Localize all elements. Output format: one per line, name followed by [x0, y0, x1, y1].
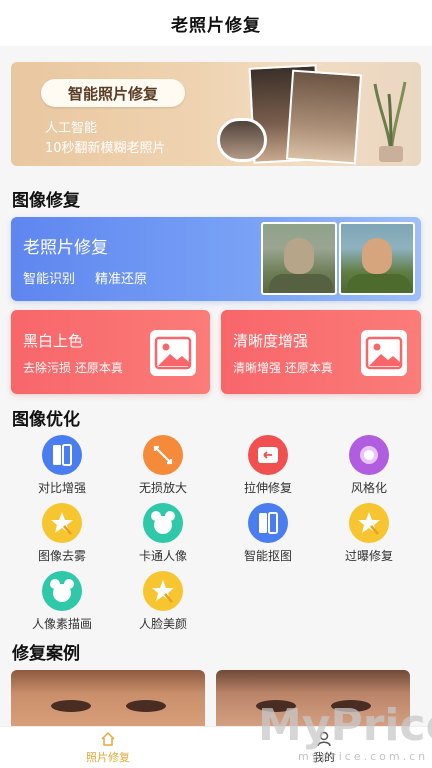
style-icon [349, 435, 389, 475]
tool-item[interactable]: 拉伸修复 [218, 435, 318, 495]
cartoon-icon [42, 571, 82, 611]
banner-line-1: 人工智能 [45, 121, 98, 136]
cartoon-icon [143, 503, 183, 543]
contrast-icon [42, 435, 82, 475]
tool-item[interactable]: 人脸美颜 [113, 571, 213, 631]
tool-label: 图像去雾 [37, 549, 86, 563]
cutout-icon [248, 503, 288, 543]
tool-item[interactable]: 对比增强 [12, 435, 112, 495]
image-icon [361, 330, 407, 376]
top-navigation-bar: 老照片修复 [0, 0, 432, 46]
stretch-icon [248, 435, 288, 475]
watermark-text: MyPrice [258, 700, 432, 751]
section-title-repair: 图像修复 [12, 191, 80, 211]
tool-item[interactable]: 风格化 [319, 435, 419, 495]
section-title-optimize: 图像优化 [12, 410, 80, 430]
clarity-card[interactable]: 清晰度增强 清晰增强 还原本真 [221, 310, 421, 394]
restore-card-title: 老照片修复 [23, 238, 108, 258]
tool-item[interactable]: 图像去雾 [12, 503, 112, 563]
image-icon [150, 330, 196, 376]
restore-card-sub-a: 智能识别 [23, 272, 76, 287]
banner-couple-photo [285, 69, 363, 165]
colorize-title: 黑白上色 [23, 332, 84, 350]
tab-label-home: 照片修复 [86, 751, 130, 764]
before-photo [261, 222, 337, 295]
tool-label: 无损放大 [138, 481, 187, 495]
plant-decoration-icon [373, 81, 407, 162]
tool-label: 人脸美颜 [138, 617, 187, 631]
home-icon [101, 731, 115, 746]
after-photo [339, 222, 415, 295]
enlarge-icon [143, 435, 183, 475]
tool-label: 风格化 [350, 481, 387, 495]
magic-wand-icon [349, 503, 389, 543]
clarity-subtitle: 清晰增强 还原本真 [233, 361, 333, 375]
tab-photo-repair[interactable]: 照片修复 [58, 727, 158, 768]
banner-line-2: 10秒翻新模糊老照片 [45, 141, 166, 156]
section-title-cases: 修复案例 [12, 644, 80, 664]
tool-label: 人像素描画 [31, 617, 92, 631]
tool-label: 卡通人像 [138, 549, 187, 563]
promo-banner[interactable]: 智能照片修复 人工智能 10秒翻新模糊老照片 [11, 62, 421, 166]
magic-wand-icon [143, 571, 183, 611]
tool-item[interactable]: 卡通人像 [113, 503, 213, 563]
page-title: 老照片修复 [171, 15, 261, 36]
tool-item[interactable]: 无损放大 [113, 435, 213, 495]
tool-label: 对比增强 [37, 481, 86, 495]
tool-item[interactable]: 人像素描画 [12, 571, 112, 631]
clarity-title: 清晰度增强 [233, 332, 309, 350]
old-photo-restore-card[interactable]: 老照片修复 智能识别 精准还原 [11, 217, 421, 301]
colorize-subtitle: 去除污损 还原本真 [23, 361, 123, 375]
magic-wand-icon [42, 503, 82, 543]
app-screen: 老照片修复 智能照片修复 人工智能 10秒翻新模糊老照片 图像修复 老照片修复 … [0, 0, 432, 768]
case-image[interactable] [11, 670, 205, 728]
colorize-card[interactable]: 黑白上色 去除污损 还原本真 [11, 310, 210, 394]
watermark-url: myprice.com.cn [298, 750, 429, 763]
tool-item[interactable]: 智能抠图 [218, 503, 318, 563]
banner-round-photo [217, 118, 267, 162]
tool-item[interactable]: 过曝修复 [319, 503, 419, 563]
tool-label: 拉伸修复 [243, 481, 292, 495]
tool-label: 智能抠图 [243, 549, 292, 563]
banner-pill-label: 智能照片修复 [41, 79, 185, 107]
tool-label: 过曝修复 [344, 549, 393, 563]
restore-card-sub-b: 精准还原 [95, 272, 148, 287]
